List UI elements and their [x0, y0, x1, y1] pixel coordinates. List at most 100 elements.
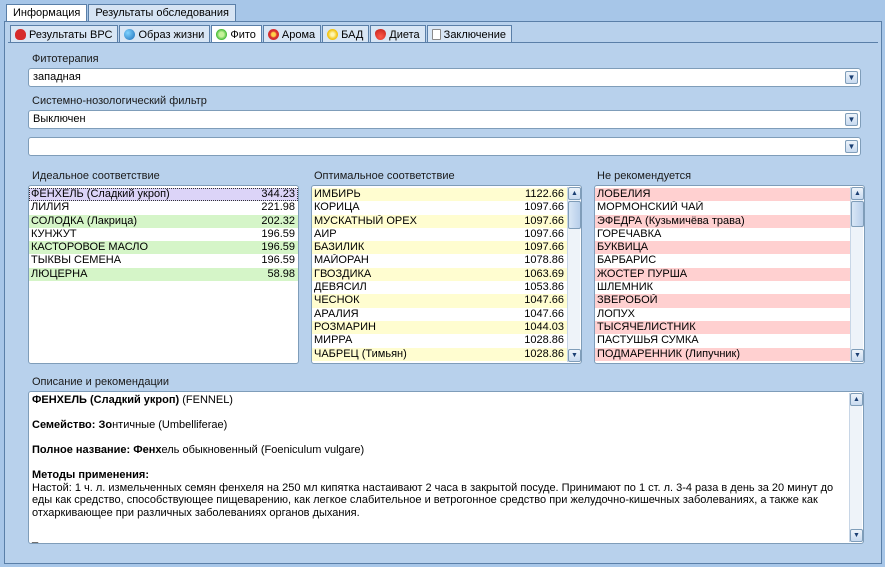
phytotherapy-select[interactable]: западная ▼	[28, 68, 861, 87]
list-item[interactable]: БАРБАРИС	[595, 254, 850, 267]
globe-icon	[124, 29, 136, 40]
list-item[interactable]: РОЗМАРИН 1044.03	[312, 320, 567, 335]
chevron-down-icon[interactable]: ▼	[845, 140, 858, 153]
scroll-thumb[interactable]	[568, 201, 581, 229]
list-item-name: ЗВЕРОБОЙ	[597, 294, 658, 307]
optimal-scrollbar[interactable]: ▲ ▼	[567, 187, 581, 362]
list-item-value: 1122.66	[525, 188, 564, 200]
chevron-down-icon[interactable]: ▼	[845, 113, 858, 126]
list-item-value: 1047.66	[524, 307, 564, 320]
list-item-name: МОРМОНСКИЙ ЧАЙ	[597, 201, 704, 214]
list-item[interactable]: ФЕНХЕЛЬ (Сладкий укроп) 344.23	[29, 188, 298, 202]
description-title: ФЕНХЕЛЬ (Сладкий укроп) (FENNEL)	[32, 394, 233, 406]
list-item-value: 1044.03	[524, 320, 564, 333]
tab-exam-results[interactable]: Результаты обследования	[88, 4, 236, 21]
list-item-name: КАСТОРОВОЕ МАСЛО	[31, 241, 149, 254]
not-recommended-label: Не рекомендуется	[597, 170, 692, 182]
description-textbox[interactable]: ФЕНХЕЛЬ (Сладкий укроп) (FENNEL) Семейст…	[28, 391, 864, 544]
list-item[interactable]: МОРМОНСКИЙ ЧАЙ	[595, 201, 850, 214]
list-item[interactable]: СОЛОДКА (Лакрица) 202.32	[29, 214, 298, 228]
list-item[interactable]: ТЫКВЫ СЕМЕНА 196.59	[29, 254, 298, 267]
list-item[interactable]: ЧАБРЕЦ (Тимьян) 1028.86	[312, 347, 567, 361]
tab-label: Арома	[281, 28, 316, 41]
description-methods-text: Настой: 1 ч. л. измельченных семян фенхе…	[32, 481, 834, 519]
list-item-value: 1097.66	[524, 241, 564, 254]
tab-phyto[interactable]: Фито	[211, 25, 262, 42]
tab-vrs-results[interactable]: Результаты ВРС	[10, 25, 119, 42]
list-item[interactable]: ИМБИРЬ 1122.66	[312, 188, 567, 202]
filter-select[interactable]: Выключен ▼	[28, 110, 861, 129]
list-item-name: АИР	[314, 227, 337, 240]
list-item[interactable]: ТЫСЯЧЕЛИСТНИК	[595, 320, 850, 335]
list-item[interactable]: ПОДМАРЕННИК (Липучник)	[595, 347, 850, 361]
description-fullname: Полное название: Фенхель обыкновенный (F…	[32, 444, 365, 456]
tab-lifestyle[interactable]: Образ жизни	[119, 25, 211, 42]
ideal-listbox[interactable]: ФЕНХЕЛЬ (Сладкий укроп) 344.23 ЛИЛИЯ 221.98…	[28, 185, 299, 364]
tab-diet[interactable]: Диета	[370, 25, 426, 42]
list-item[interactable]: БАЗИЛИК 1097.66	[312, 241, 567, 255]
scroll-up-icon[interactable]: ▲	[850, 393, 863, 406]
list-item[interactable]: ШЛЕМНИК	[595, 281, 850, 294]
tab-supplements[interactable]: БАД	[322, 25, 370, 42]
scroll-down-icon[interactable]: ▼	[568, 349, 581, 362]
list-item[interactable]: ЛОПУХ	[595, 308, 850, 321]
chevron-down-icon[interactable]: ▼	[845, 71, 858, 84]
optimal-listbox[interactable]: ИМБИРЬ 1122.66 КОРИЦА 1097.66 МУСКАТНЫЙ ОРЕХ…	[311, 185, 582, 364]
list-item-value: 196.59	[261, 227, 295, 240]
list-item-value: 196.59	[261, 241, 295, 254]
list-item[interactable]: МУСКАТНЫЙ ОРЕХ 1097.66	[312, 214, 567, 228]
list-item[interactable]: КОРИЦА 1097.66	[312, 201, 567, 214]
tab-info[interactable]: Информация	[6, 4, 88, 21]
list-item-value: 196.59	[261, 254, 295, 267]
list-item-name: ГВОЗДИКА	[314, 267, 372, 280]
list-item[interactable]: ГВОЗДИКА 1063.69	[312, 267, 567, 282]
pill-icon	[327, 29, 339, 40]
list-item[interactable]: ЛИЛИЯ 221.98	[29, 201, 298, 214]
list-item[interactable]: КУНЖУТ 196.59	[29, 228, 298, 241]
list-item-name: БАЗИЛИК	[314, 241, 365, 254]
list-item[interactable]: АРАЛИЯ 1047.66	[312, 308, 567, 321]
description-scrollbar[interactable]: ▲ ▼	[849, 393, 863, 542]
list-item[interactable]: ГОРЕЧАВКА	[595, 228, 850, 241]
scroll-thumb[interactable]	[851, 201, 864, 227]
not-recommended-listbox[interactable]: ЛОБЕЛИЯ МОРМОНСКИЙ ЧАЙ ЭФЕДРА (Кузьмичёва …	[594, 185, 865, 364]
secondary-filter-select[interactable]: ▼	[28, 137, 861, 156]
list-item[interactable]: ЭФЕДРА (Кузьмичёва трава)	[595, 214, 850, 228]
list-item[interactable]: ПАСТУШЬЯ СУМКА	[595, 334, 850, 347]
list-item[interactable]: ЧЕСНОК 1047.66	[312, 294, 567, 308]
scroll-up-icon[interactable]: ▲	[568, 187, 581, 200]
optimal-label: Оптимальное соответствие	[314, 170, 455, 182]
strawberry-icon	[375, 29, 387, 40]
list-item[interactable]: КАСТОРОВОЕ МАСЛО 196.59	[29, 241, 298, 255]
list-item-value: 1028.86	[524, 334, 564, 347]
ideal-label: Идеальное соответствие	[32, 170, 160, 182]
scroll-down-icon[interactable]: ▼	[850, 529, 863, 542]
document-icon	[431, 29, 441, 40]
scroll-up-icon[interactable]: ▲	[851, 187, 864, 200]
filter-label: Системно-нозологический фильтр	[32, 95, 207, 107]
tab-aroma[interactable]: Арома	[262, 25, 322, 42]
list-item[interactable]: АИР 1097.66	[312, 228, 567, 241]
list-item[interactable]: БУКВИЦА	[595, 241, 850, 255]
scroll-down-icon[interactable]: ▼	[851, 349, 864, 362]
list-item[interactable]: ЗВЕРОБОЙ	[595, 294, 850, 308]
list-item[interactable]: ЛЮЦЕРНА 58.98	[29, 267, 298, 282]
list-item[interactable]: МИРРА 1028.86	[312, 334, 567, 347]
list-item[interactable]: ЖОСТЕР ПУРША	[595, 267, 850, 282]
phytotherapy-value: западная	[33, 71, 81, 83]
description-label: Описание и рекомендации	[32, 376, 170, 388]
list-item-name: ШЛЕМНИК	[597, 281, 654, 294]
tab-label: Образ жизни	[138, 28, 205, 41]
list-item-value: 1047.66	[524, 294, 564, 307]
list-item-name: ПОДМАРЕННИК (Липучник)	[597, 347, 741, 360]
description-methods-label: Методы применения:	[32, 469, 150, 481]
not-recommended-scrollbar[interactable]: ▲ ▼	[850, 187, 864, 362]
flower-icon	[267, 29, 279, 40]
list-item-name: АРАЛИЯ	[314, 307, 359, 320]
list-item[interactable]: ЛОБЕЛИЯ	[595, 188, 850, 202]
list-item[interactable]: ДЕВЯСИЛ 1053.86	[312, 281, 567, 294]
list-item-name: РОЗМАРИН	[314, 320, 376, 333]
tab-conclusion[interactable]: Заключение	[426, 25, 512, 42]
description-family: Семейство: Зонтичные (Umbelliferae)	[32, 419, 228, 431]
list-item[interactable]: МАЙОРАН 1078.86	[312, 254, 567, 267]
